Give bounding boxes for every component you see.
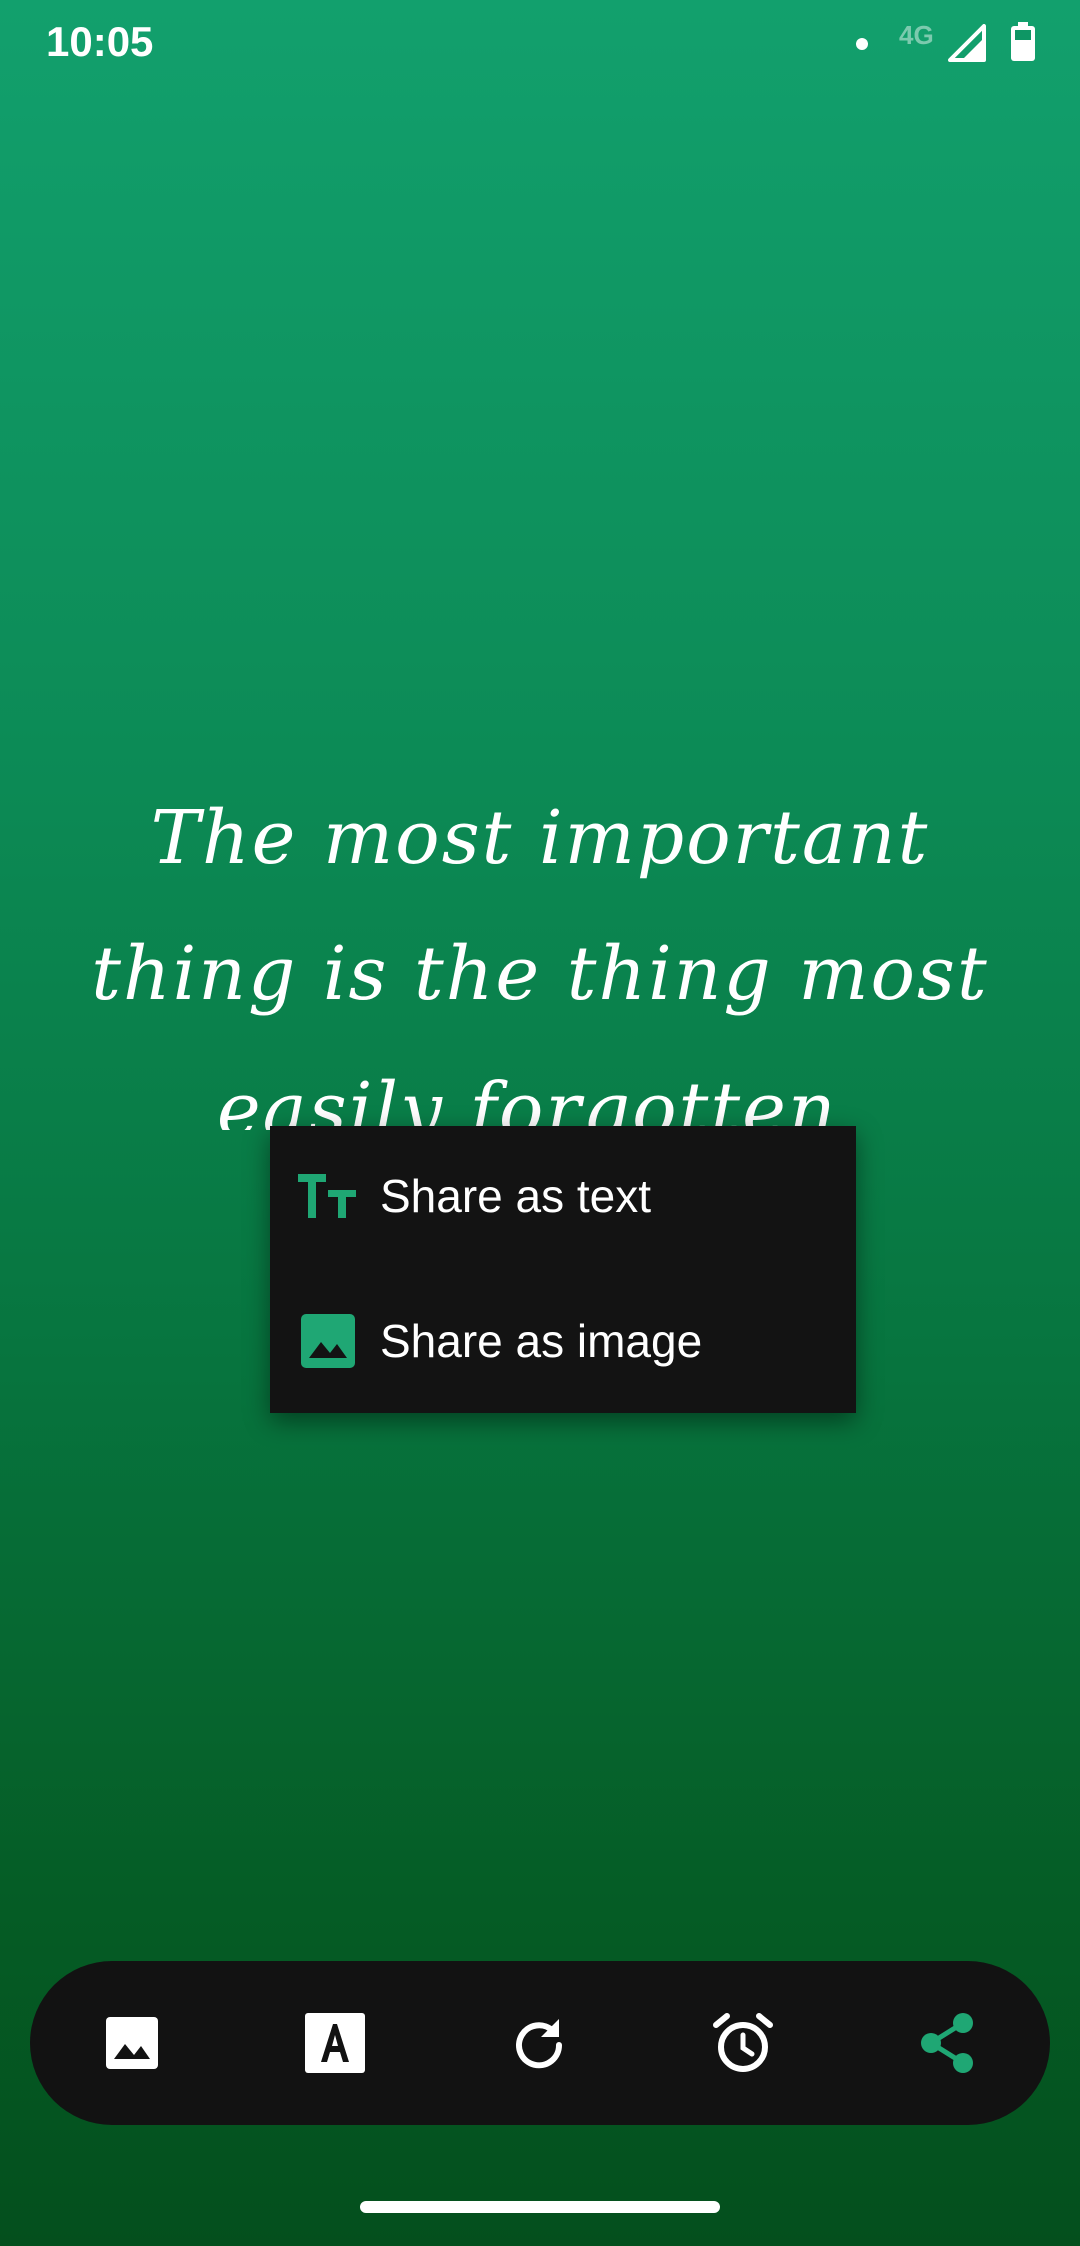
share-as-text-label: Share as text <box>380 1170 652 1222</box>
network-type: 4G <box>899 20 934 50</box>
text-format-icon <box>298 1166 358 1226</box>
home-indicator[interactable] <box>360 2201 720 2213</box>
share-as-image-label: Share as image <box>380 1315 703 1367</box>
share-icon <box>921 2013 973 2073</box>
share-as-image-item[interactable]: Share as image <box>270 1271 856 1411</box>
status-bar: 10:05 4G <box>0 0 1080 90</box>
quote-text: The most important thing is the thing mo… <box>91 795 989 1130</box>
image-icon <box>298 1311 358 1371</box>
font-button[interactable] <box>295 2003 375 2083</box>
bottom-toolbar <box>30 1961 1050 2125</box>
status-time: 10:05 <box>46 18 154 65</box>
battery-icon <box>1011 22 1035 61</box>
reminder-button[interactable] <box>703 2003 783 2083</box>
notification-dot-icon <box>856 38 868 50</box>
font-icon <box>305 2013 365 2073</box>
share-button[interactable] <box>907 2003 987 2083</box>
image-icon <box>106 2017 158 2069</box>
share-as-text-item[interactable]: Share as text <box>270 1126 856 1266</box>
alarm-icon <box>713 2013 773 2072</box>
refresh-button[interactable] <box>499 2003 579 2083</box>
refresh-icon <box>516 2019 563 2069</box>
signal-icon <box>948 24 986 62</box>
background-image-button[interactable] <box>92 2003 172 2083</box>
share-menu: Share as text Share as image <box>270 1126 856 1413</box>
